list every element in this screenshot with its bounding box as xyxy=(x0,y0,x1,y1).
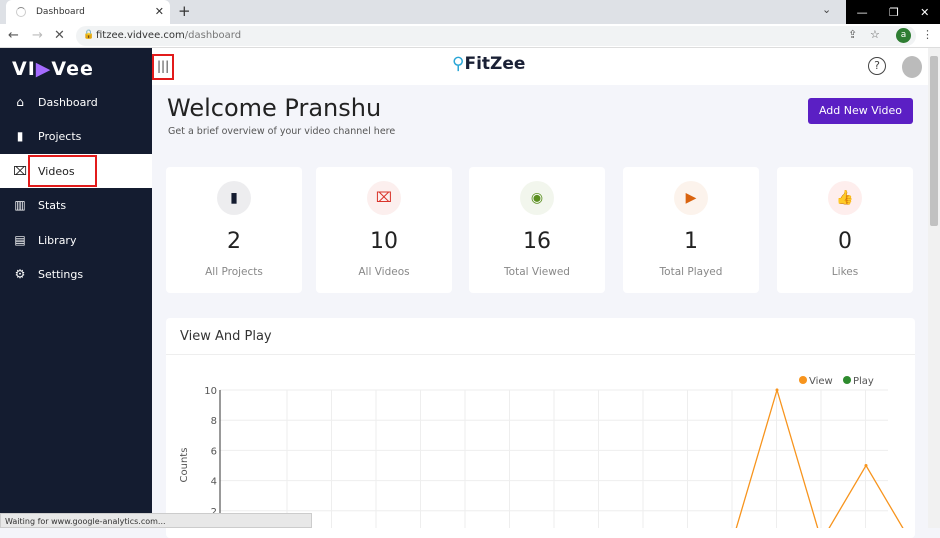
y-tick-label: 10 xyxy=(204,386,217,397)
legend-label: View xyxy=(809,376,833,387)
y-tick-label: 6 xyxy=(211,446,217,457)
y-tick-label: 4 xyxy=(211,477,217,488)
data-point xyxy=(775,388,779,392)
y-tick-label: 8 xyxy=(211,416,217,427)
y-axis-label: Counts xyxy=(179,448,190,483)
legend-marker-play xyxy=(843,376,851,384)
scrollbar-thumb[interactable] xyxy=(930,56,938,226)
view-play-chart: 246810CountsViewPlay xyxy=(179,376,904,528)
data-point xyxy=(864,464,868,467)
legend-label: Play xyxy=(853,376,874,387)
status-bar: Waiting for www.google-analytics.com... xyxy=(0,513,312,528)
series-line-view xyxy=(735,387,904,528)
legend-marker-view xyxy=(799,376,807,384)
